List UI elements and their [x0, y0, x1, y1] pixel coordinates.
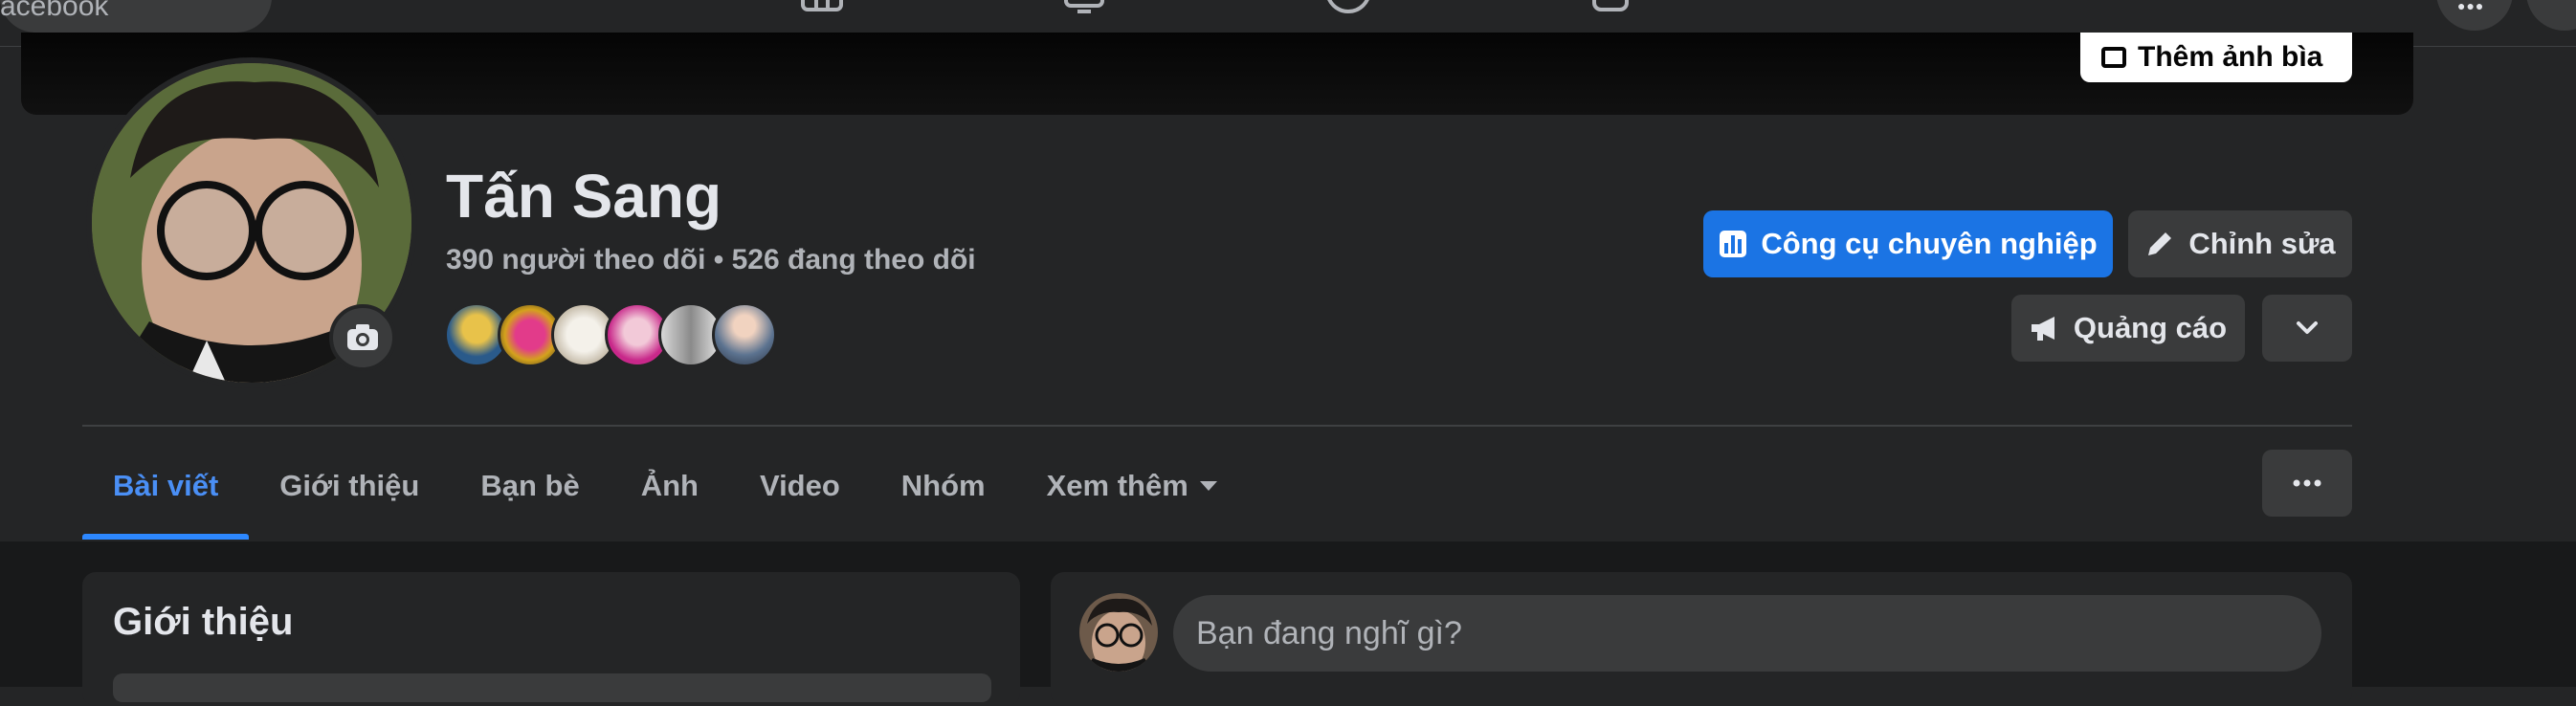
marketplace-icon[interactable]	[800, 0, 844, 15]
watch-icon[interactable]	[1062, 0, 1106, 15]
tab-about-label: Giới thiệu	[279, 469, 420, 502]
tab-posts-label: Bài viết	[113, 469, 219, 502]
stats-separator: •	[713, 244, 724, 276]
profile-tabs: Bài viết Giới thiệu Bạn bè Ảnh Video Nhó…	[82, 432, 1248, 540]
tab-friends-label: Bạn bè	[480, 469, 580, 502]
advertise-label: Quảng cáo	[2073, 311, 2228, 344]
following-count-link[interactable]: 526 đang theo dõi	[732, 244, 976, 276]
dashboard-icon	[1720, 231, 1747, 257]
ellipsis-icon	[2293, 479, 2321, 487]
follower-stats: 390 người theo dõi • 526 đang theo dõi	[446, 244, 976, 276]
tab-groups-label: Nhóm	[900, 469, 986, 502]
tab-friends[interactable]: Bạn bè	[450, 432, 610, 540]
tab-photos[interactable]: Ảnh	[611, 432, 729, 540]
composer-input[interactable]: Bạn đang nghĩ gì?	[1173, 595, 2321, 672]
chevron-down-icon	[2297, 321, 2318, 334]
composer-avatar[interactable]	[1079, 593, 1158, 672]
professional-tools-label: Công cụ chuyên nghiệp	[1761, 227, 2098, 260]
tab-videos[interactable]: Video	[729, 432, 871, 540]
advertise-button[interactable]: Quảng cáo	[2011, 295, 2245, 362]
change-avatar-button[interactable]	[329, 304, 396, 371]
intro-add-bio-button[interactable]	[113, 673, 991, 702]
tabs-more-button[interactable]	[2262, 450, 2352, 517]
edit-profile-label: Chỉnh sửa	[2188, 227, 2336, 260]
tab-photos-label: Ảnh	[640, 469, 699, 502]
header-divider	[82, 425, 2352, 427]
cover-photo	[21, 33, 2413, 115]
tab-more[interactable]: Xem thêm	[1016, 432, 1248, 540]
tab-more-label: Xem thêm	[1046, 469, 1188, 502]
gaming-icon[interactable]	[1588, 0, 1632, 15]
profile-icon[interactable]	[1326, 0, 1370, 15]
follower-avatar[interactable]	[712, 302, 777, 367]
pencil-icon	[2148, 232, 2172, 255]
tab-posts[interactable]: Bài viết	[82, 432, 250, 540]
more-options-dropdown[interactable]	[2262, 295, 2352, 362]
followers-count-link[interactable]: 390 người theo dõi	[446, 244, 705, 276]
follower-avatars	[444, 302, 788, 367]
tab-groups[interactable]: Nhóm	[871, 432, 1016, 540]
megaphone-icon	[2031, 317, 2054, 341]
profile-name: Tấn Sang	[446, 162, 722, 231]
camera-icon	[2101, 47, 2126, 68]
tab-videos-label: Video	[759, 469, 840, 502]
caret-down-icon	[1199, 481, 1217, 491]
add-cover-photo-label: Thêm ảnh bìa	[2138, 41, 2323, 73]
intro-title: Giới thiệu	[113, 601, 294, 643]
tab-about[interactable]: Giới thiệu	[249, 432, 450, 540]
camera-icon	[347, 324, 378, 350]
grid-menu-icon: ●●●	[2457, 0, 2485, 13]
professional-tools-button[interactable]: Công cụ chuyên nghiệp	[1703, 210, 2113, 277]
edit-profile-button[interactable]: Chỉnh sửa	[2128, 210, 2352, 277]
search-bar-text: acebook	[0, 0, 109, 22]
add-cover-photo-button[interactable]: Thêm ảnh bìa	[2080, 33, 2352, 82]
